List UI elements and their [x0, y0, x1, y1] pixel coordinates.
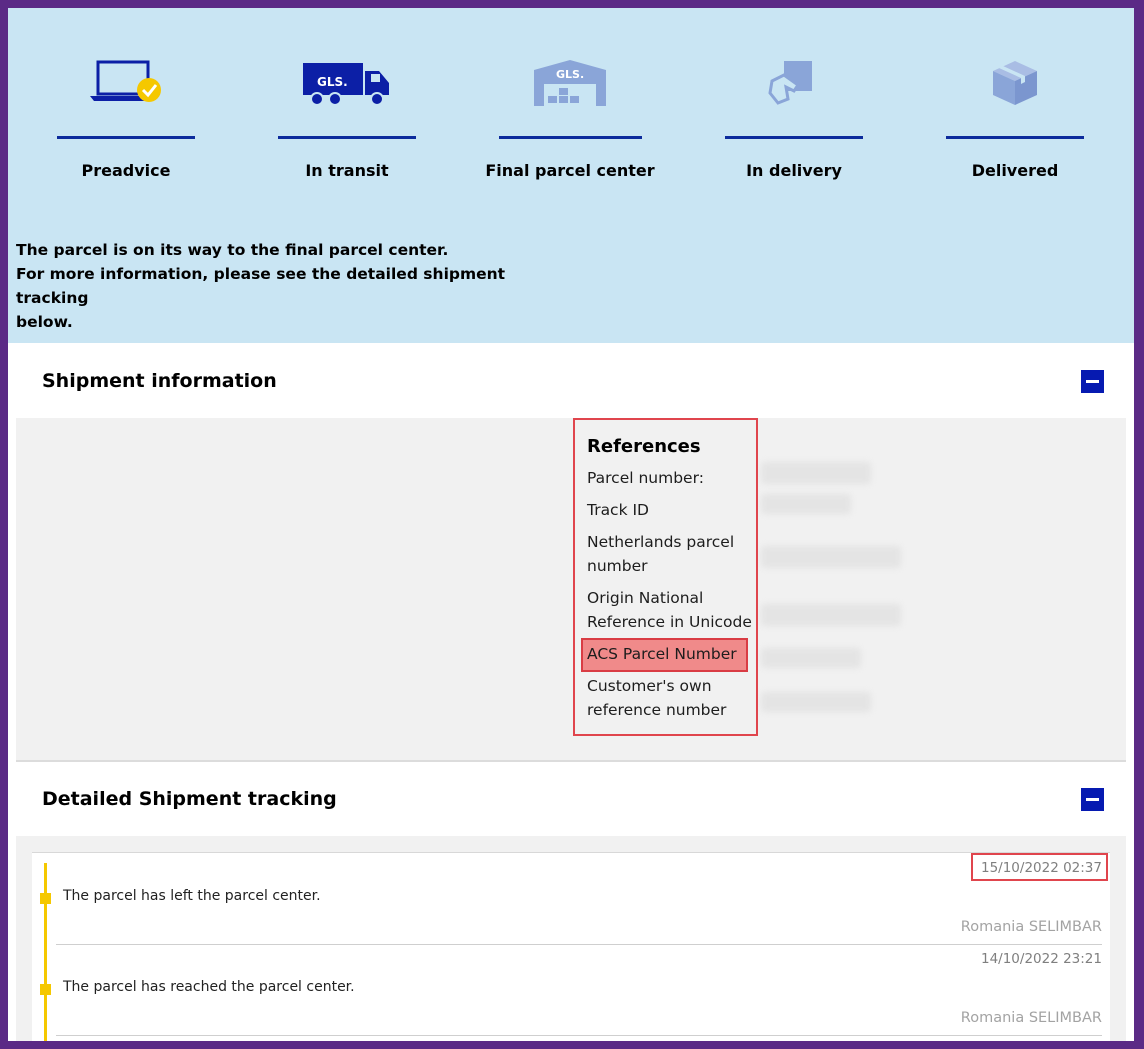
step-bar — [946, 136, 1084, 139]
redacted-value — [761, 494, 851, 514]
svg-text:GLS.: GLS. — [317, 75, 348, 89]
svg-text:GLS.: GLS. — [556, 68, 584, 81]
references-title: References — [587, 436, 701, 457]
collapse-tracking-button[interactable] — [1081, 788, 1104, 811]
tracking-page: Preadvice GLS. In transit GLS. Final par… — [8, 8, 1134, 1041]
event-location: Romania SELIMBAR — [960, 1010, 1102, 1026]
status-line: The parcel is on its way to the final pa… — [16, 241, 449, 259]
redacted-value — [761, 462, 871, 484]
status-message: The parcel is on its way to the final pa… — [16, 238, 536, 334]
ref-label: Origin National — [587, 589, 704, 607]
event-description: The parcel has reached the parcel center… — [63, 979, 355, 995]
section-title: Shipment information — [42, 370, 277, 392]
ref-label: Netherlands parcel — [587, 533, 735, 551]
step-bar — [498, 136, 642, 139]
laptop-check-icon — [36, 48, 216, 118]
event-time: 15/10/2022 02:37 — [980, 860, 1102, 876]
step-bar — [725, 136, 863, 139]
ref-netherlands-parcel-number: Netherlands parcel number — [587, 530, 734, 578]
ref-acs-parcel-number: ACS Parcel Number — [587, 642, 737, 666]
ref-label: Parcel number: — [587, 469, 704, 487]
timeline-dot-icon — [40, 984, 51, 995]
detailed-tracking-header[interactable]: Detailed Shipment tracking — [16, 764, 1126, 834]
step-bar — [57, 136, 195, 139]
truck-icon: GLS. — [257, 48, 437, 118]
ref-label: Customer's own — [587, 677, 712, 695]
tracking-event: 15/10/2022 02:37 The parcel has left the… — [32, 853, 1110, 945]
step-delivered: Delivered — [925, 48, 1105, 180]
event-separator — [56, 1035, 1102, 1036]
section-title: Detailed Shipment tracking — [42, 788, 337, 810]
tracking-card: 15/10/2022 02:37 The parcel has left the… — [32, 852, 1110, 1041]
event-location: Romania SELIMBAR — [960, 919, 1102, 935]
ref-label: Track ID — [587, 501, 649, 519]
ref-label: number — [587, 557, 648, 575]
step-bar — [278, 136, 416, 139]
hand-parcel-icon — [704, 48, 884, 118]
references-box: References Parcel number: Track ID Nethe… — [573, 418, 758, 736]
step-label: In delivery — [746, 161, 842, 180]
tracking-panel: 15/10/2022 02:37 The parcel has left the… — [16, 836, 1126, 1041]
event-description: The parcel has left the parcel center. — [63, 888, 321, 904]
ref-label: Reference in Unicode — [587, 613, 752, 631]
redacted-value — [761, 546, 901, 568]
step-final-parcel-center: GLS. Final parcel center — [480, 48, 660, 180]
ref-parcel-number: Parcel number: — [587, 466, 704, 490]
tracking-event: 14/10/2022 23:21 The parcel has reached … — [32, 944, 1110, 1036]
step-label: Delivered — [971, 161, 1059, 180]
redacted-value — [761, 692, 871, 712]
timeline-dot-icon — [40, 893, 51, 904]
status-line: For more information, please see the det… — [16, 265, 506, 307]
step-in-transit: GLS. In transit — [257, 48, 437, 180]
divider — [16, 760, 1126, 762]
collapse-shipment-info-button[interactable] — [1081, 370, 1104, 393]
event-time: 14/10/2022 23:21 — [980, 951, 1102, 967]
ref-customer-own-reference: Customer's own reference number — [587, 674, 726, 722]
shipment-information-header[interactable]: Shipment information — [16, 346, 1126, 416]
redacted-value — [761, 604, 901, 626]
step-preadvice: Preadvice — [36, 48, 216, 180]
ref-label: ACS Parcel Number — [587, 645, 737, 663]
step-label: In transit — [305, 161, 389, 180]
status-line: below. — [16, 313, 73, 331]
ref-label: reference number — [587, 701, 727, 719]
ref-origin-national-reference: Origin National Reference in Unicode — [587, 586, 752, 634]
warehouse-icon: GLS. — [480, 48, 660, 118]
minus-icon — [1086, 380, 1099, 383]
minus-icon — [1086, 798, 1099, 801]
step-label: Final parcel center — [485, 161, 655, 180]
box-icon — [925, 48, 1105, 118]
status-panel: Preadvice GLS. In transit GLS. Final par… — [8, 8, 1134, 343]
step-in-delivery: In delivery — [704, 48, 884, 180]
ref-track-id: Track ID — [587, 498, 649, 522]
references-panel: References Parcel number: Track ID Nethe… — [16, 418, 1126, 760]
step-label: Preadvice — [81, 161, 171, 180]
redacted-value — [761, 648, 861, 668]
